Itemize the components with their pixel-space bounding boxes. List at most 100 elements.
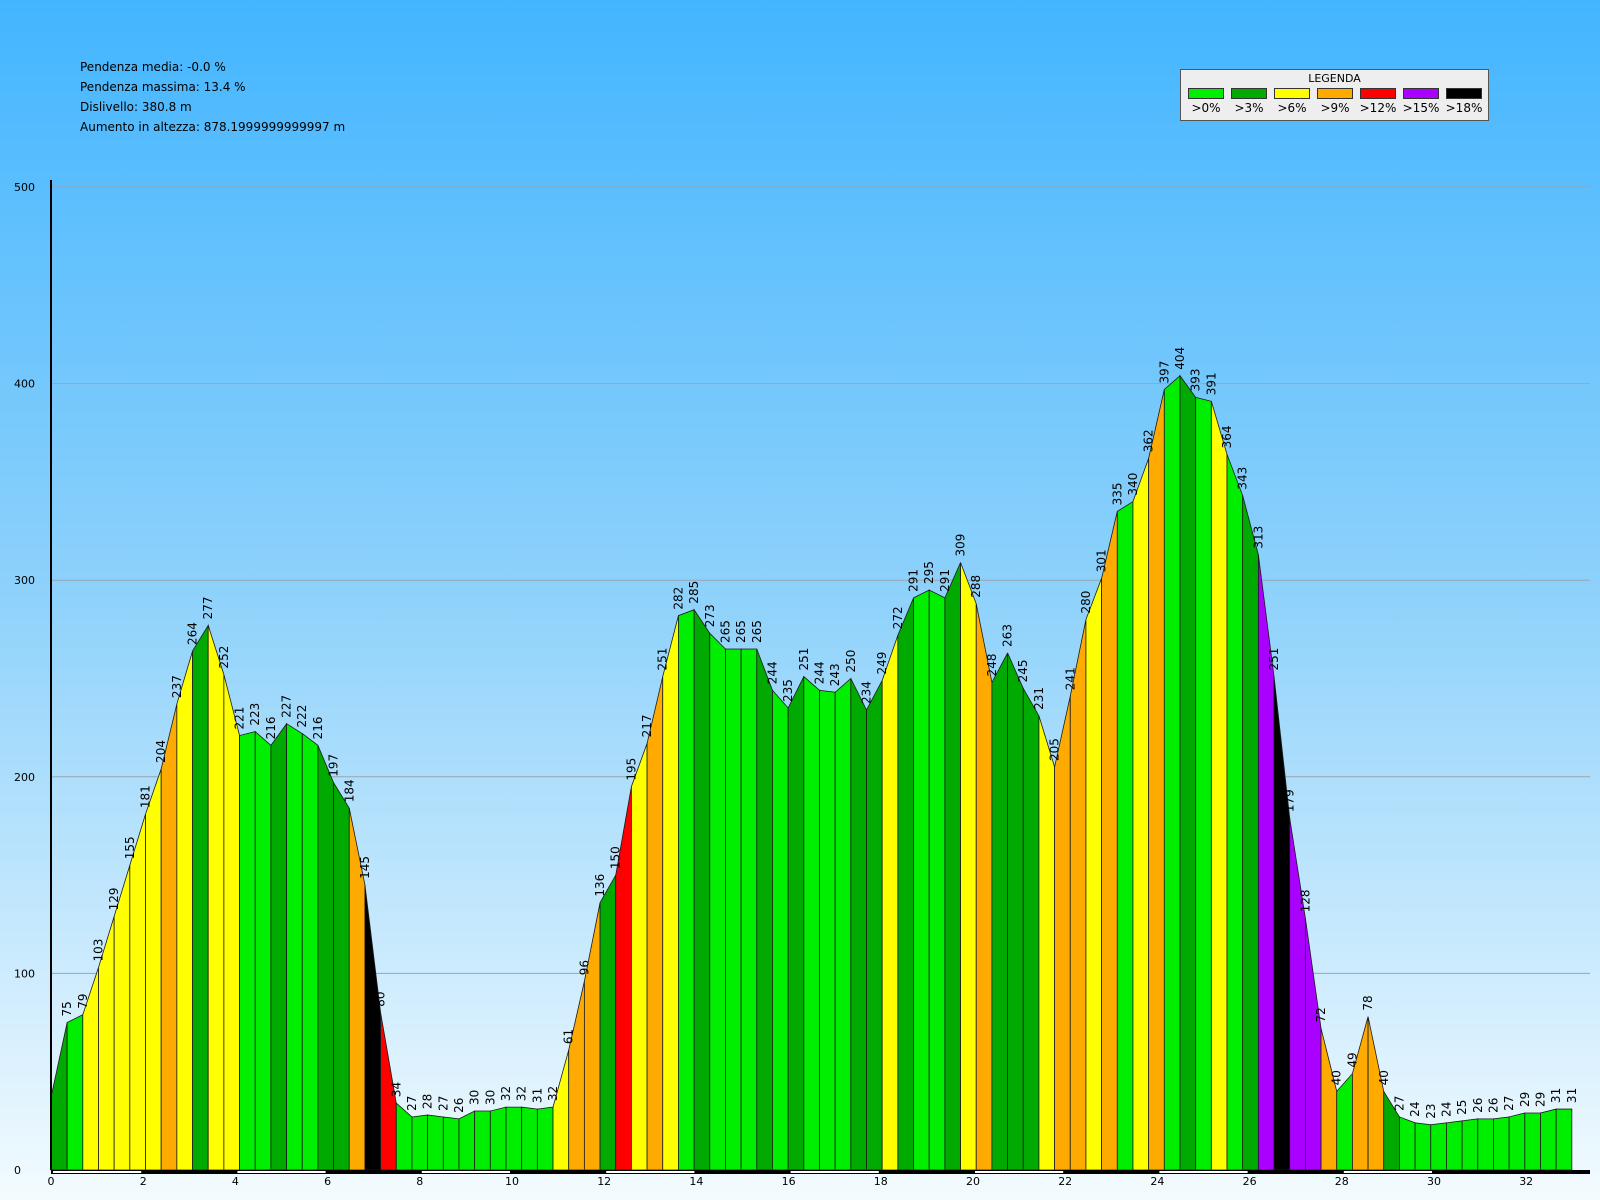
x-tick-label: 4	[232, 1175, 239, 1188]
x-tick-label: 6	[324, 1175, 331, 1188]
elevation-label: 179	[1283, 789, 1297, 812]
profile-segment	[787, 676, 805, 1171]
elevation-label: 24	[1439, 1102, 1453, 1117]
elevation-label: 251	[797, 648, 811, 671]
profile-segment	[160, 703, 178, 1171]
x-tick-label: 20	[966, 1175, 980, 1188]
profile-segment	[866, 680, 883, 1171]
elevation-label: 272	[891, 606, 905, 629]
profile-segment	[442, 1116, 460, 1171]
x-tick-label: 14	[689, 1175, 703, 1188]
elevation-label: 264	[186, 622, 200, 645]
elevation-label: 251	[1267, 648, 1281, 671]
elevation-label: 223	[248, 703, 262, 726]
profile-segment	[427, 1114, 444, 1171]
x-tick-label: 8	[416, 1175, 423, 1188]
y-tick-label: 400	[14, 378, 35, 391]
elevation-label: 27	[436, 1096, 450, 1111]
x-tick-label: 0	[48, 1175, 55, 1188]
profile-segment	[129, 814, 146, 1171]
elevation-label: 75	[60, 1001, 74, 1016]
elevation-profile-chart: 0100200300400500757910312915518120423726…	[14, 180, 1590, 1188]
x-tick-label: 24	[1150, 1175, 1164, 1188]
profile-segment	[897, 597, 914, 1171]
profile-segment	[1148, 389, 1165, 1171]
elevation-label: 285	[687, 581, 701, 604]
elevation-label: 61	[562, 1029, 576, 1044]
profile-segment	[740, 648, 758, 1171]
profile-segment	[1430, 1122, 1447, 1171]
elevation-label: 79	[76, 993, 90, 1008]
profile-segment	[1555, 1108, 1573, 1171]
profile-segment	[1524, 1112, 1541, 1171]
elevation-label: 393	[1189, 368, 1203, 391]
elevation-label: 27	[1392, 1096, 1406, 1111]
elevation-label: 150	[609, 846, 623, 869]
elevation-label: 244	[765, 661, 779, 684]
elevation-label: 49	[1345, 1052, 1359, 1067]
elevation-label: 32	[546, 1086, 560, 1101]
profile-segment	[1352, 1016, 1369, 1171]
elevation-label: 23	[1424, 1104, 1438, 1119]
elevation-label: 277	[201, 597, 215, 620]
elevation-label: 129	[107, 887, 121, 910]
x-axis-band	[606, 1171, 695, 1173]
profile-segment	[50, 1022, 68, 1171]
profile-segment	[474, 1110, 491, 1171]
elevation-label: 197	[327, 754, 341, 777]
y-tick-label: 300	[14, 574, 35, 587]
elevation-label: 27	[1502, 1096, 1516, 1111]
elevation-label: 362	[1142, 429, 1156, 452]
elevation-label: 301	[1095, 549, 1109, 572]
elevation-label: 280	[1079, 591, 1093, 614]
x-tick-label: 26	[1243, 1175, 1257, 1188]
elevation-label: 155	[123, 836, 137, 859]
profile-segment	[364, 884, 382, 1171]
elevation-label: 265	[718, 620, 732, 643]
profile-segment	[1085, 578, 1103, 1171]
x-tick-label: 12	[597, 1175, 611, 1188]
elevation-label: 28	[421, 1094, 435, 1109]
elevation-label: 343	[1236, 467, 1250, 490]
elevation-label: 263	[1001, 624, 1015, 647]
profile-segment	[709, 632, 726, 1171]
elevation-label: 273	[703, 604, 717, 627]
profile-segment	[66, 1014, 84, 1171]
profile-segment	[913, 589, 930, 1171]
profile-segment	[1163, 374, 1181, 1171]
profile-segment	[411, 1114, 429, 1171]
elevation-label: 26	[452, 1098, 466, 1113]
profile-segment	[615, 786, 632, 1171]
x-axis-band	[421, 1171, 510, 1173]
profile-segment	[772, 689, 789, 1171]
elevation-label: 265	[734, 620, 748, 643]
profile-segment	[1242, 495, 1259, 1171]
y-tick-label: 500	[14, 181, 35, 194]
profile-segment	[395, 1102, 413, 1171]
profile-segment	[756, 648, 773, 1171]
profile-segment	[317, 745, 334, 1171]
x-axis-band	[237, 1171, 326, 1173]
profile-segment	[1022, 686, 1040, 1171]
profile-segment	[505, 1106, 523, 1171]
elevation-label: 204	[154, 740, 168, 763]
profile-segment	[1477, 1118, 1494, 1171]
profile-segment	[568, 981, 585, 1171]
elevation-label: 128	[1298, 889, 1312, 912]
x-axis-band	[1343, 1171, 1432, 1173]
profile-segment	[1446, 1120, 1463, 1171]
elevation-label: 282	[671, 587, 685, 610]
profile-segment	[223, 674, 240, 1171]
profile-segment	[1320, 1028, 1338, 1171]
x-tick-label: 32	[1519, 1175, 1533, 1188]
profile-segment	[975, 603, 993, 1171]
elevation-label: 364	[1220, 425, 1234, 448]
elevation-label: 221	[233, 707, 247, 730]
profile-segment	[458, 1110, 476, 1171]
x-tick-label: 18	[874, 1175, 888, 1188]
profile-segment	[192, 624, 209, 1171]
profile-segment	[1289, 818, 1306, 1171]
profile-segment	[301, 732, 319, 1171]
elevation-label: 34	[389, 1082, 403, 1097]
elevation-label: 404	[1173, 347, 1187, 370]
